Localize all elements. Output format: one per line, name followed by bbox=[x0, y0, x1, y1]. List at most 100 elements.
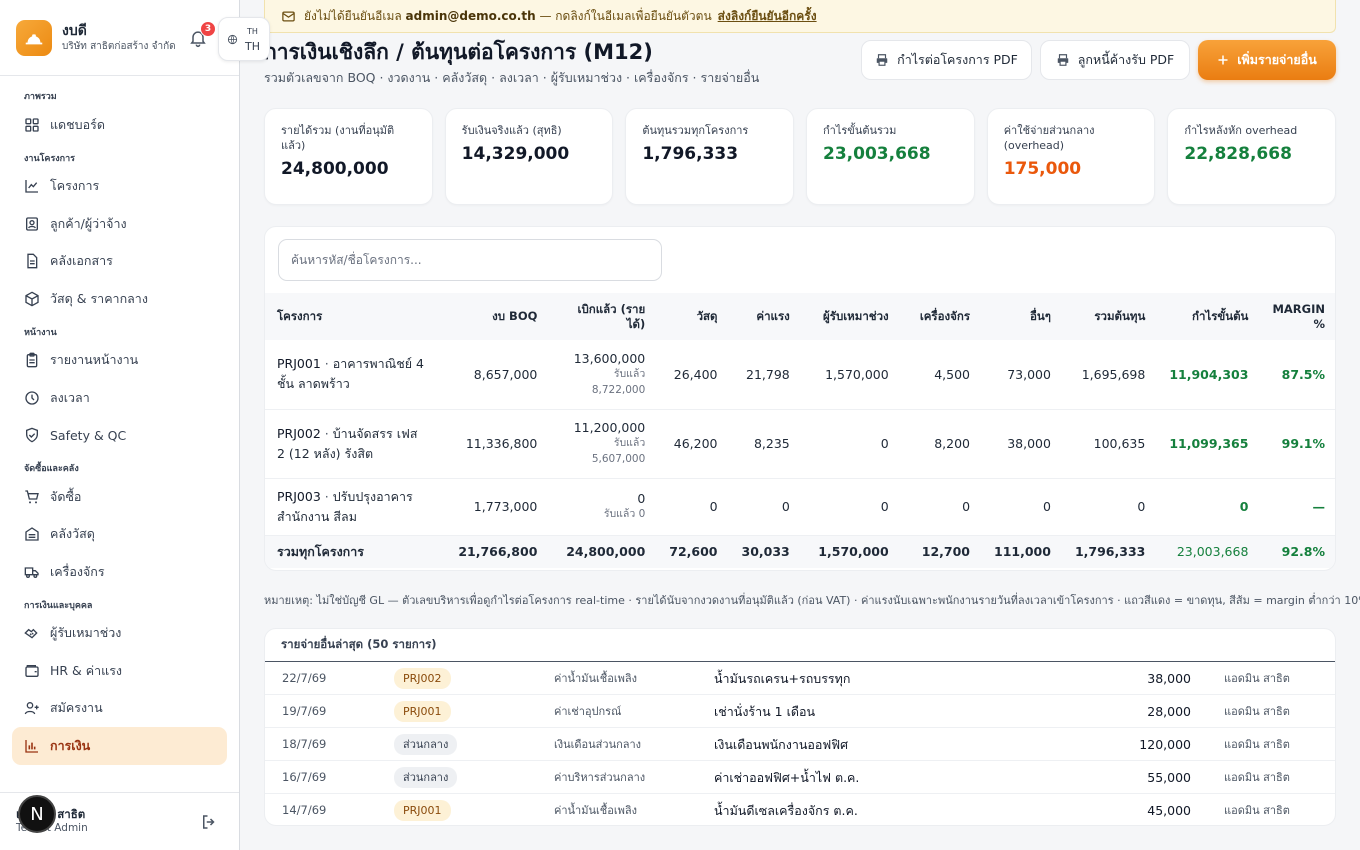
kpi-value: 14,329,000 bbox=[461, 144, 570, 164]
total-margin: 92.8% bbox=[1260, 535, 1335, 568]
search-input[interactable] bbox=[278, 239, 662, 281]
cart-icon bbox=[25, 490, 39, 504]
chart-icon bbox=[25, 180, 38, 193]
debtors-pdf-button[interactable]: ลูกหนี้ค้างรับ PDF bbox=[1040, 40, 1190, 80]
sidebar-item-finance[interactable]: การเงิน bbox=[12, 727, 227, 765]
expense-row[interactable]: 19/7/69 PRJ001 ค่าเช่าอุปกรณ์ เช่านั่งร้… bbox=[265, 695, 1335, 728]
total-subcontractor: 1,570,000 bbox=[801, 535, 901, 568]
expense-row[interactable]: 18/7/69 ส่วนกลาง เงินเดือนส่วนกลาง เงินเ… bbox=[265, 728, 1335, 761]
warehouse-icon bbox=[25, 527, 39, 541]
profit-pdf-button[interactable]: กำไรต่อโครงการ PDF bbox=[861, 40, 1032, 80]
sidebar-item-label: รายงานหน้างาน bbox=[50, 352, 139, 368]
cell-gross-profit: 11,904,303 bbox=[1157, 340, 1261, 410]
cell-billed: 0 bbox=[637, 491, 646, 506]
expense-category: ค่าบริหารส่วนกลาง bbox=[554, 771, 646, 784]
sidebar-item-dashboard[interactable]: แดชบอร์ด bbox=[12, 106, 227, 144]
sidebar-item-label: ผู้รับเหมาช่วง bbox=[50, 625, 122, 641]
expense-project-tag: ส่วนกลาง bbox=[394, 734, 458, 755]
table-total-row: รวมทุกโครงการ 21,766,800 24,800,000 72,6… bbox=[265, 535, 1335, 568]
sidebar-item-label: แดชบอร์ด bbox=[50, 116, 105, 132]
language-code: TH bbox=[245, 40, 260, 53]
cell-other: 38,000 bbox=[982, 409, 1063, 479]
cell-boq: 8,657,000 bbox=[438, 340, 550, 410]
total-material: 72,600 bbox=[657, 535, 730, 568]
sidebar-item-materials[interactable]: วัสดุ & ราคากลาง bbox=[12, 280, 227, 318]
expense-row[interactable]: 14/7/69 PRJ001 ค่าน้ำมันเชื้อเพลิง น้ำมั… bbox=[265, 794, 1335, 825]
sidebar-item-timesheet[interactable]: ลงเวลา bbox=[12, 379, 227, 417]
cell-labor: 21,798 bbox=[729, 340, 802, 410]
total-other: 111,000 bbox=[982, 535, 1063, 568]
cell-billed: 11,200,000 bbox=[573, 420, 646, 435]
table-row[interactable]: PRJ001 · อาคารพาณิชย์ 4 ชั้น ลาดพร้าว 8,… bbox=[265, 340, 1335, 410]
expense-description: น้ำมันรถเครน+รถบรรทุก bbox=[714, 671, 851, 686]
sidebar-item-label: ลงเวลา bbox=[50, 389, 90, 405]
expense-category: ค่าเช่าอุปกรณ์ bbox=[554, 705, 622, 718]
cell-other: 73,000 bbox=[982, 340, 1063, 410]
table-row[interactable]: PRJ003 · ปรับปรุงอาคารสำนักงาน สีลม 1,77… bbox=[265, 478, 1335, 536]
logout-icon[interactable] bbox=[200, 813, 218, 831]
expense-amount: 120,000 bbox=[1139, 737, 1191, 752]
kpi-value: 24,800,000 bbox=[281, 159, 389, 179]
sidebar-item-recruitment[interactable]: สมัครงาน bbox=[12, 690, 227, 728]
avatar[interactable]: N bbox=[18, 795, 56, 833]
sidebar-item-warehouse[interactable]: คลังวัสดุ bbox=[12, 516, 227, 554]
project-code: PRJ003 bbox=[277, 488, 321, 504]
sidebar-item-documents[interactable]: คลังเอกสาร bbox=[12, 243, 227, 281]
brand-header: งบดี บริษัท สาธิตก่อสร้าง จำกัด 3 bbox=[0, 0, 239, 76]
sidebar-item-label: คลังเอกสาร bbox=[50, 253, 113, 269]
sidebar-item-label: เครื่องจักร bbox=[50, 563, 105, 579]
cell-billed: 13,600,000 bbox=[573, 350, 646, 366]
resend-link[interactable]: ส่งลิงก์ยืนยันอีกครั้ง bbox=[718, 7, 817, 26]
nav-group-overview: ภาพรวม bbox=[24, 92, 57, 102]
sidebar-item-label: HR & ค่าแรง bbox=[50, 662, 123, 678]
cell-labor: 0 bbox=[729, 478, 802, 536]
language-switcher[interactable]: TH TH bbox=[218, 17, 270, 61]
kpi-label: ต้นทุนรวมทุกโครงการ bbox=[642, 124, 749, 137]
cell-received: รับแล้ว 8,722,000 bbox=[591, 367, 646, 396]
cell-material: 46,200 bbox=[657, 409, 730, 479]
expense-row[interactable]: 22/7/69 PRJ002 ค่าน้ำมันเชื้อเพลิง น้ำมั… bbox=[265, 662, 1335, 695]
total-machinery: 12,700 bbox=[900, 535, 983, 568]
page-title: การเงินเชิงลึก / ต้นทุนต่อโครงการ (M12) bbox=[264, 40, 653, 64]
kpi-label: กำไรหลังหัก overhead bbox=[1184, 124, 1298, 137]
add-expense-label: เพิ่มรายจ่ายอื่น bbox=[1237, 52, 1317, 67]
recent-expenses-title: รายจ่ายอื่นล่าสุด (50 รายการ) bbox=[265, 629, 1335, 662]
app-logo[interactable] bbox=[16, 19, 52, 56]
box-icon bbox=[25, 291, 39, 307]
expense-recorded-by: แอดมิน สาธิต bbox=[1224, 705, 1290, 718]
total-boq: 21,766,800 bbox=[438, 535, 550, 568]
sidebar-item-projects[interactable]: โครงการ bbox=[12, 168, 227, 206]
total-billed: 24,800,000 bbox=[549, 535, 658, 568]
cell-gross-profit: 0 bbox=[1157, 478, 1261, 536]
sidebar-nav: ภาพรวม แดชบอร์ด งานโครงการ โครงการ ลูกค้… bbox=[0, 76, 239, 765]
sidebar-item-hr-payroll[interactable]: HR & ค่าแรง bbox=[12, 652, 227, 690]
sidebar-item-label: คลังวัสดุ bbox=[50, 526, 95, 542]
col-billed: เบิกแล้ว (รายได้) bbox=[549, 293, 658, 340]
project-cost-table: โครงการ งบ BOQ เบิกแล้ว (รายได้) วัสดุ ค… bbox=[265, 293, 1335, 568]
expense-date: 18/7/69 bbox=[282, 737, 327, 751]
sidebar-item-machinery[interactable]: เครื่องจักร bbox=[12, 553, 227, 591]
clock-icon bbox=[25, 391, 39, 405]
cell-total-cost: 1,695,698 bbox=[1062, 340, 1158, 410]
expense-category: เงินเดือนส่วนกลาง bbox=[554, 738, 642, 751]
sidebar-item-subcontractors[interactable]: ผู้รับเหมาช่วง bbox=[12, 615, 227, 653]
add-expense-button[interactable]: เพิ่มรายจ่ายอื่น bbox=[1198, 40, 1336, 80]
sidebar-item-site-report[interactable]: รายงานหน้างาน bbox=[12, 342, 227, 380]
brand-name: งบดี bbox=[62, 22, 87, 39]
recent-expenses-card: รายจ่ายอื่นล่าสุด (50 รายการ) 22/7/69 PR… bbox=[264, 628, 1336, 826]
expense-project-tag: PRJ001 bbox=[394, 701, 451, 722]
col-margin: MARGIN % bbox=[1260, 293, 1335, 340]
sidebar-item-purchasing[interactable]: จัดซื้อ bbox=[12, 478, 227, 516]
table-row[interactable]: PRJ002 · บ้านจัดสรร เฟส 2 (12 หลัง) รังส… bbox=[265, 409, 1335, 479]
sidebar-item-clients[interactable]: ลูกค้า/ผู้ว่าจ้าง bbox=[12, 205, 227, 243]
sidebar-item-safety[interactable]: Safety & QC bbox=[12, 417, 227, 455]
debtors-pdf-label: ลูกหนี้ค้างรับ PDF bbox=[1077, 52, 1175, 67]
truck-icon bbox=[24, 567, 39, 578]
expense-description: น้ำมันดีเซลเครื่องจักร ต.ค. bbox=[714, 803, 858, 818]
kpi-card-net-profit: กำไรหลังหัก overhead 22,828,668 bbox=[1167, 108, 1337, 205]
expense-date: 16/7/69 bbox=[282, 770, 327, 784]
kpi-card-received: รับเงินจริงแล้ว (สุทธิ) 14,329,000 bbox=[444, 108, 614, 205]
contact-icon bbox=[26, 217, 38, 231]
expense-row[interactable]: 16/7/69 ส่วนกลาง ค่าบริหารส่วนกลาง ค่าเช… bbox=[265, 761, 1335, 794]
dashboard-icon bbox=[25, 118, 39, 132]
